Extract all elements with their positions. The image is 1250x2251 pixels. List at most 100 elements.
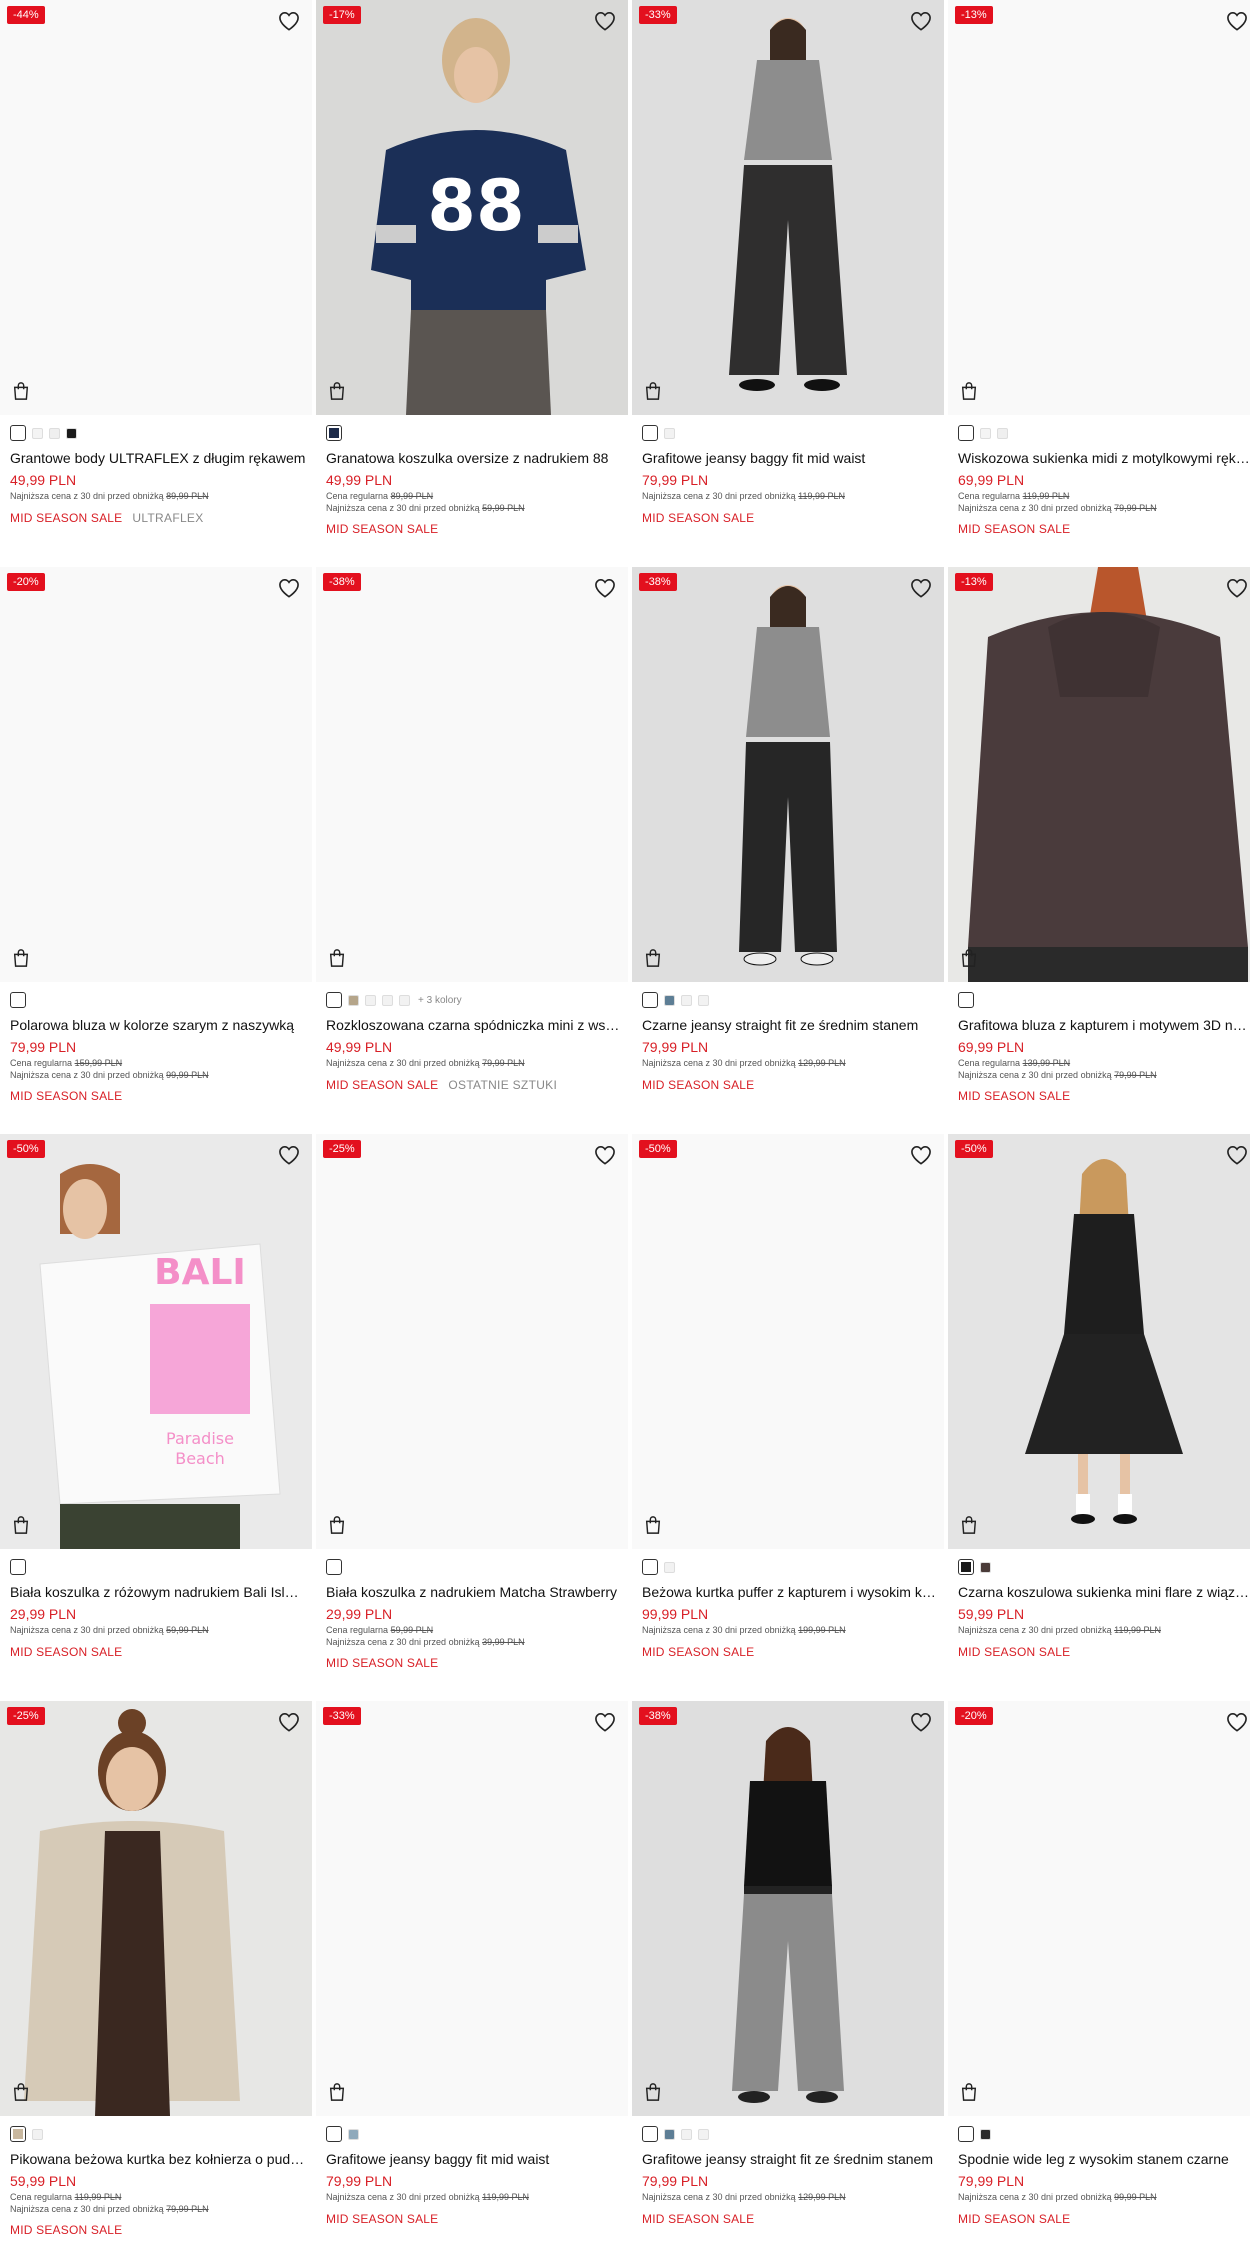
product-card[interactable]: -33% Grafitowe jeansy baggy fit mid wais…: [316, 1701, 628, 2251]
product-name[interactable]: Polarowa bluza w kolorze szarym z naszyw…: [10, 1016, 306, 1034]
product-image[interactable]: -44%: [0, 0, 312, 415]
color-swatch[interactable]: [664, 1561, 675, 1573]
add-to-bag-icon[interactable]: [328, 381, 348, 403]
add-to-bag-icon[interactable]: [960, 948, 980, 970]
product-image[interactable]: -50%: [632, 1134, 944, 1549]
wishlist-heart-icon[interactable]: [594, 11, 616, 31]
wishlist-heart-icon[interactable]: [1226, 1145, 1248, 1165]
wishlist-heart-icon[interactable]: [278, 1712, 300, 1732]
color-swatch[interactable]: [10, 425, 26, 441]
product-card[interactable]: -38% + 3 kolory Rozkloszowana czarna spó…: [316, 567, 628, 1133]
product-image[interactable]: -33%: [632, 0, 944, 415]
product-image[interactable]: -13%: [948, 567, 1250, 982]
wishlist-heart-icon[interactable]: [278, 1145, 300, 1165]
color-swatch[interactable]: [958, 2126, 974, 2142]
add-to-bag-icon[interactable]: [644, 948, 664, 970]
product-name[interactable]: Grafitowe jeansy baggy fit mid waist: [642, 449, 938, 467]
color-swatch[interactable]: [980, 427, 991, 439]
product-image[interactable]: -50%: [948, 1134, 1250, 1549]
more-colors-label[interactable]: + 3 kolory: [418, 995, 462, 1006]
wishlist-heart-icon[interactable]: [594, 1145, 616, 1165]
product-name[interactable]: Rozkloszowana czarna spódniczka mini z w…: [326, 1016, 622, 1034]
color-swatch[interactable]: [326, 992, 342, 1008]
color-swatch[interactable]: [698, 2128, 709, 2140]
add-to-bag-icon[interactable]: [960, 1515, 980, 1537]
product-name[interactable]: Biała koszulka z nadrukiem Matcha Strawb…: [326, 1583, 622, 1601]
color-swatch[interactable]: [681, 2128, 692, 2140]
product-name[interactable]: Czarna koszulowa sukienka mini flare z w…: [958, 1583, 1250, 1601]
product-image[interactable]: -13%: [948, 0, 1250, 415]
wishlist-heart-icon[interactable]: [910, 11, 932, 31]
wishlist-heart-icon[interactable]: [910, 1145, 932, 1165]
wishlist-heart-icon[interactable]: [594, 578, 616, 598]
color-swatch[interactable]: [958, 425, 974, 441]
product-name[interactable]: Pikowana beżowa kurtka bez kołnierza o p…: [10, 2150, 306, 2168]
color-swatch[interactable]: [10, 1559, 26, 1575]
product-card[interactable]: -44% Grantowe body ULTRAFLEX z długim rę…: [0, 0, 312, 566]
product-image[interactable]: -25%: [0, 1701, 312, 2116]
product-image[interactable]: -38%: [632, 567, 944, 982]
product-image[interactable]: -25%: [316, 1134, 628, 1549]
product-card[interactable]: -33% Grafitowe jeansy baggy fit mid wais…: [632, 0, 944, 566]
product-card[interactable]: -25% Pikowana beżowa kurtka bez kołnierz…: [0, 1701, 312, 2251]
color-swatch[interactable]: [49, 427, 60, 439]
add-to-bag-icon[interactable]: [644, 381, 664, 403]
color-swatch[interactable]: [66, 427, 77, 439]
product-card[interactable]: -50% Beżowa kurtka puffer z kapturem i w…: [632, 1134, 944, 1700]
color-swatch[interactable]: [326, 2126, 342, 2142]
add-to-bag-icon[interactable]: [12, 2082, 32, 2104]
product-image[interactable]: -33%: [316, 1701, 628, 2116]
product-card[interactable]: -38% Grafitowe jeansy straight fit ze śr…: [632, 1701, 944, 2251]
product-card[interactable]: BALI Paradise Beach -50% Biała koszulka …: [0, 1134, 312, 1700]
color-swatch[interactable]: [681, 994, 692, 1006]
product-card[interactable]: -50% Czarna koszulowa sukienka mini flar…: [948, 1134, 1250, 1700]
add-to-bag-icon[interactable]: [12, 1515, 32, 1537]
wishlist-heart-icon[interactable]: [910, 1712, 932, 1732]
product-card[interactable]: 88 -17% Granatowa koszulka oversize z na…: [316, 0, 628, 566]
add-to-bag-icon[interactable]: [644, 2082, 664, 2104]
product-name[interactable]: Grafitowe jeansy straight fit ze średnim…: [642, 2150, 938, 2168]
color-swatch[interactable]: [348, 994, 359, 1006]
product-image[interactable]: -38%: [632, 1701, 944, 2116]
product-image[interactable]: -38%: [316, 567, 628, 982]
wishlist-heart-icon[interactable]: [1226, 11, 1248, 31]
color-swatch[interactable]: [664, 994, 675, 1006]
add-to-bag-icon[interactable]: [644, 1515, 664, 1537]
wishlist-heart-icon[interactable]: [594, 1712, 616, 1732]
product-card[interactable]: -38% Czarne jeansy straight fit ze średn…: [632, 567, 944, 1133]
color-swatch[interactable]: [365, 994, 376, 1006]
color-swatch[interactable]: [664, 427, 675, 439]
product-image[interactable]: -20%: [948, 1701, 1250, 2116]
color-swatch[interactable]: [382, 994, 393, 1006]
wishlist-heart-icon[interactable]: [1226, 578, 1248, 598]
add-to-bag-icon[interactable]: [328, 2082, 348, 2104]
color-swatch[interactable]: [698, 994, 709, 1006]
product-name[interactable]: Spodnie wide leg z wysokim stanem czarne: [958, 2150, 1250, 2168]
product-name[interactable]: Granatowa koszulka oversize z nadrukiem …: [326, 449, 622, 467]
product-image[interactable]: -20%: [0, 567, 312, 982]
product-name[interactable]: Czarne jeansy straight fit ze średnim st…: [642, 1016, 938, 1034]
color-swatch[interactable]: [642, 992, 658, 1008]
color-swatch[interactable]: [664, 2128, 675, 2140]
add-to-bag-icon[interactable]: [960, 2082, 980, 2104]
color-swatch[interactable]: [958, 1559, 974, 1575]
color-swatch[interactable]: [642, 425, 658, 441]
product-name[interactable]: Biała koszulka z różowym nadrukiem Bali …: [10, 1583, 306, 1601]
add-to-bag-icon[interactable]: [328, 1515, 348, 1537]
product-name[interactable]: Grantowe body ULTRAFLEX z długim rękawem: [10, 449, 306, 467]
add-to-bag-icon[interactable]: [328, 948, 348, 970]
color-swatch[interactable]: [326, 1559, 342, 1575]
product-name[interactable]: Beżowa kurtka puffer z kapturem i wysoki…: [642, 1583, 938, 1601]
wishlist-heart-icon[interactable]: [278, 578, 300, 598]
color-swatch[interactable]: [642, 2126, 658, 2142]
color-swatch[interactable]: [326, 425, 342, 441]
product-card[interactable]: -13% Grafitowa bluza z kapturem i motywe…: [948, 567, 1250, 1133]
add-to-bag-icon[interactable]: [12, 948, 32, 970]
product-card[interactable]: -20% Polarowa bluza w kolorze szarym z n…: [0, 567, 312, 1133]
product-image[interactable]: BALI Paradise Beach -50%: [0, 1134, 312, 1549]
color-swatch[interactable]: [980, 2128, 991, 2140]
color-swatch[interactable]: [399, 994, 410, 1006]
color-swatch[interactable]: [10, 2126, 26, 2142]
color-swatch[interactable]: [348, 2128, 359, 2140]
wishlist-heart-icon[interactable]: [1226, 1712, 1248, 1732]
